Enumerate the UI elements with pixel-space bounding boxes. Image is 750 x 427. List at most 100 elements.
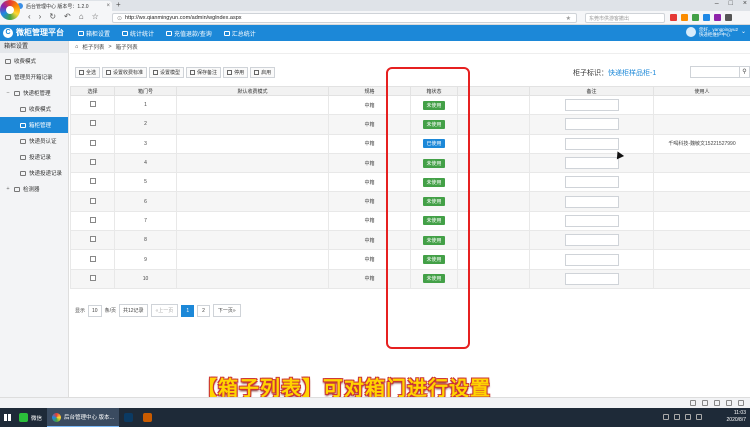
sidebar-item-express-log[interactable]: 快递投递记录 (0, 165, 68, 181)
status-icon[interactable] (738, 400, 744, 406)
sidebar-item-courier-verify[interactable]: 快递员认证 (0, 133, 68, 149)
note-input[interactable] (564, 195, 619, 208)
enable-button[interactable]: 启用 (250, 67, 276, 78)
taskbar-item-browser[interactable]: 后台管理中心 版本... (47, 408, 120, 427)
maximize-icon[interactable]: □ (729, 0, 733, 7)
sidebar-item-sub-fee-mode[interactable]: 收费模式 (0, 101, 68, 117)
home-icon[interactable]: ⌂ (79, 12, 84, 21)
row-checkbox[interactable] (89, 159, 96, 166)
taskbar-item-photoshop[interactable] (119, 408, 138, 427)
extension-icon[interactable] (681, 14, 688, 21)
browser-search-placeholder: 东莞市供游客撤出 (589, 15, 630, 22)
user-cell (653, 114, 750, 135)
browser-tab[interactable]: 后台管理中心 版本号：1.2.0 × (14, 1, 112, 11)
extension-icon[interactable] (703, 14, 710, 21)
nav-cabinet-settings[interactable]: 箱柜设置 (72, 25, 116, 41)
cabinet-identifier: 柜子标识：快递柜样品柜-1 (573, 68, 656, 78)
nav-statistics[interactable]: 统计统计 (116, 25, 160, 41)
disable-button[interactable]: 停用 (223, 67, 249, 78)
windows-start-icon[interactable] (0, 408, 14, 427)
menu-icon[interactable] (725, 14, 732, 21)
select-cell (70, 133, 115, 154)
sidebar-item-admin-open-log[interactable]: 管理员开箱记录 (0, 69, 68, 85)
row-checkbox[interactable] (89, 274, 96, 281)
row-checkbox[interactable] (89, 139, 96, 146)
sidebar: 箱柜设置 收费模式 管理员开箱记录 − 快递柜管理 收费模式 箱柜管理 快递员认证… (0, 41, 69, 397)
row-checkbox[interactable] (89, 178, 96, 185)
tray-icons (663, 414, 702, 420)
search-icon[interactable]: ⚲ (740, 66, 750, 78)
note-cell (529, 210, 654, 232)
note-input[interactable] (564, 272, 619, 285)
extension-icon[interactable] (670, 14, 677, 21)
sidebar-item-delivery-log[interactable]: 投递记录 (0, 149, 68, 165)
sidebar-item-courier-cabinet[interactable]: − 快递柜管理 (0, 85, 68, 101)
col-select: 选择 (70, 86, 115, 96)
next-page-button[interactable]: 下一页» (212, 304, 241, 317)
door-number-cell: 8 (114, 230, 177, 251)
browser-icon (52, 412, 62, 422)
note-input[interactable] (564, 176, 619, 189)
note-input[interactable] (564, 118, 619, 131)
sidebar-item-fee-mode[interactable]: 收费模式 (0, 53, 68, 69)
status-icon[interactable] (714, 400, 720, 406)
forward-icon[interactable]: › (39, 12, 42, 21)
row-checkbox[interactable] (89, 101, 96, 108)
volume-icon[interactable] (685, 414, 691, 420)
set-fee-button[interactable]: 设置收费标准 (102, 67, 148, 78)
row-checkbox[interactable] (89, 216, 96, 223)
save-note-button[interactable]: 保存备注 (186, 67, 222, 78)
taskbar-item-wechat[interactable]: 微信 (14, 408, 47, 427)
search-input[interactable] (690, 66, 740, 78)
row-checkbox[interactable] (89, 255, 96, 262)
row-checkbox[interactable] (89, 120, 96, 127)
row-checkbox[interactable] (89, 197, 96, 204)
note-input[interactable] (564, 99, 619, 112)
network-icon[interactable] (696, 414, 702, 420)
page-info-icon: ⊙ (117, 15, 123, 22)
refresh-icon[interactable]: ↻ (49, 12, 56, 21)
prev-page-button[interactable]: «上一页 (150, 304, 179, 317)
bookmark-icon[interactable]: ☆ (92, 12, 99, 21)
page-1-button[interactable]: 1 (181, 304, 195, 317)
sidebar-item-cabinet-manage[interactable]: 箱柜管理 (0, 117, 68, 133)
user-menu[interactable]: 您好，yangpingyu2 快递柜维护中心 ⌄ (685, 27, 746, 37)
page-size-select[interactable]: 10 (88, 304, 102, 317)
address-bar[interactable]: ⊙ http://wx.qianmingyun.com/admin/wglnde… (112, 13, 577, 23)
breadcrumb-cabinet-list[interactable]: 柜子列表 (82, 43, 104, 51)
browser-search-input[interactable]: 东莞市供游客撤出 (585, 13, 665, 23)
folder-icon (20, 170, 26, 176)
new-tab-button[interactable]: + (116, 0, 121, 9)
taskbar-item-illustrator[interactable] (138, 408, 157, 427)
set-model-button[interactable]: 设置模型 (149, 67, 185, 78)
note-input[interactable] (564, 157, 619, 170)
nav-recharge[interactable]: 充值退款/查询 (160, 25, 218, 41)
window-close-icon[interactable]: × (743, 0, 747, 7)
tray-icon[interactable] (663, 414, 669, 420)
row-checkbox[interactable] (89, 236, 96, 243)
status-icon[interactable] (702, 400, 708, 406)
extension-icon[interactable] (692, 14, 699, 21)
top-nav: 箱柜设置 统计统计 充值退款/查询 汇总统计 (72, 25, 262, 41)
clock[interactable]: 11:03 2020/8/7 (727, 410, 746, 424)
undo-icon[interactable]: ↶ (64, 12, 71, 21)
status-icon[interactable] (690, 400, 696, 406)
tray-icon[interactable] (674, 414, 680, 420)
extension-icon[interactable] (714, 14, 721, 21)
folder-icon (20, 154, 26, 160)
note-input[interactable] (564, 234, 619, 247)
nav-summary[interactable]: 汇总统计 (218, 25, 262, 41)
note-input[interactable] (564, 253, 619, 266)
note-input[interactable] (564, 137, 619, 150)
status-icon[interactable] (726, 400, 732, 406)
back-icon[interactable]: ‹ (28, 12, 31, 21)
sidebar-item-detector[interactable]: + 检测器 (0, 181, 68, 197)
tab-close-icon[interactable]: × (106, 3, 112, 9)
select-all-button[interactable]: 全选 (75, 67, 101, 78)
nav-label: 箱柜设置 (86, 31, 111, 38)
user-cell: 千喝科技-魏敏文15221527990 (653, 133, 750, 154)
page-2-button[interactable]: 2 (197, 304, 210, 317)
favorite-star-icon[interactable]: ★ (566, 15, 571, 22)
note-input[interactable] (564, 214, 619, 227)
minimize-icon[interactable]: – (715, 0, 719, 7)
